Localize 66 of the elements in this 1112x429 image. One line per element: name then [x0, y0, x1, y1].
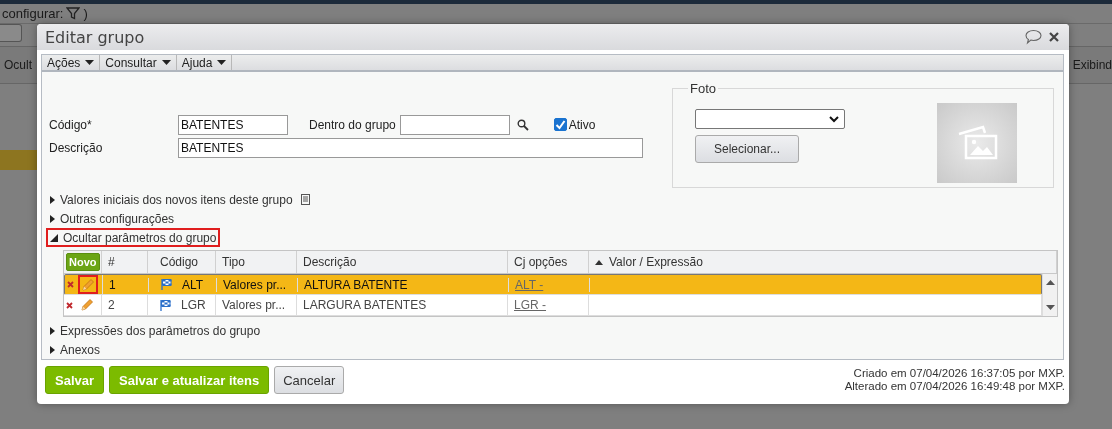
- collapsed-triangle-icon[interactable]: [50, 214, 55, 223]
- column-header[interactable]: #: [102, 251, 148, 273]
- background-row-highlight: [0, 150, 37, 170]
- filter-label: configurar:: [2, 6, 64, 21]
- scroll-down-icon[interactable]: [1045, 305, 1055, 311]
- column-header[interactable]: Tipo: [216, 251, 297, 273]
- section-toggle[interactable]: Valores iniciais dos novos itens deste grupo: [46, 190, 314, 209]
- table-cell: ALT: [149, 277, 217, 292]
- background-button-text[interactable]: Ocult: [4, 58, 32, 72]
- flag-icon: [160, 298, 171, 312]
- table-cell: Valores pr...: [217, 277, 298, 292]
- collapsed-triangle-icon[interactable]: [50, 326, 55, 335]
- search-icon[interactable]: [516, 118, 529, 131]
- note-icon[interactable]: [300, 194, 310, 205]
- comment-icon[interactable]: [1024, 29, 1043, 45]
- column-header[interactable]: Valor / Expressão: [589, 251, 1057, 273]
- description-label: Descrição: [49, 140, 104, 155]
- parent-group-label: Dentro do grupo: [309, 117, 396, 132]
- section-toggle[interactable]: Ocultar parâmetros do grupo: [46, 228, 221, 247]
- window-title: Editar grupo: [45, 27, 146, 47]
- scroll-up-icon[interactable]: [1045, 279, 1055, 285]
- caret-icon[interactable]: [217, 60, 227, 65]
- table-cell: LARGURA BATENTES: [297, 295, 508, 315]
- parent-group-field[interactable]: [399, 114, 510, 135]
- photo-dropdown[interactable]: [695, 109, 845, 129]
- select-button[interactable]: Selecionar...: [695, 135, 799, 163]
- chevron-icon[interactable]: [829, 115, 839, 123]
- option-set-link[interactable]: LGR -: [514, 298, 546, 312]
- table-cell: ALTURA BATENTE: [298, 277, 509, 292]
- photo-legend: Foto: [688, 81, 718, 96]
- code-field[interactable]: BATENTES: [178, 114, 288, 135]
- caret-icon[interactable]: [161, 60, 171, 65]
- table-cell: Valores pr...: [216, 295, 297, 315]
- audit-text: Alterado em 07/04/2026 16:49:48 por MXP.: [844, 380, 1065, 393]
- section-toggle[interactable]: Anexos: [46, 340, 105, 359]
- collapsed-triangle-icon[interactable]: [50, 195, 55, 204]
- delete-icon[interactable]: [67, 281, 74, 288]
- table-row[interactable]: 2 LGR Valores pr... LARGURA BATENTES LGR -: [64, 295, 1042, 316]
- section-toggle[interactable]: Expressões dos parâmetros do grupo: [46, 321, 265, 340]
- table-cell: 1: [103, 277, 149, 292]
- table-cell: LGR: [148, 295, 216, 315]
- active-checkbox[interactable]: [553, 118, 567, 131]
- background-status-text: Exibind: [1072, 58, 1112, 72]
- action-button[interactable]: Cancelar: [274, 366, 345, 394]
- delete-icon[interactable]: [66, 301, 73, 309]
- menu-item[interactable]: Ajuda: [176, 55, 233, 70]
- collapsed-triangle-icon[interactable]: [50, 345, 55, 354]
- menu-item[interactable]: Consultar: [100, 55, 177, 70]
- active-label: Ativo: [568, 117, 596, 132]
- filter-icon[interactable]: [66, 7, 81, 20]
- description-field[interactable]: BATENTES: [178, 137, 643, 158]
- expanded-triangle-icon[interactable]: [50, 233, 58, 242]
- table-cell: 2: [102, 295, 148, 315]
- column-header[interactable]: Cj opções: [508, 251, 589, 273]
- menu-item[interactable]: Ações: [42, 55, 101, 70]
- code-label: Código*: [49, 117, 93, 132]
- column-header[interactable]: Código: [148, 251, 216, 273]
- filter-paren: ): [83, 6, 88, 21]
- sort-icon[interactable]: [595, 259, 603, 265]
- caret-icon[interactable]: [85, 60, 95, 65]
- column-header[interactable]: Descrição: [297, 251, 508, 273]
- table-row[interactable]: 1 ALT Valores pr... ALTURA BATENTE ALT -: [64, 274, 1042, 295]
- section-toggle[interactable]: Outras configurações: [46, 209, 179, 228]
- flag-icon: [161, 278, 172, 291]
- close-icon[interactable]: [1049, 32, 1059, 42]
- audit-text: Criado em 07/04/2026 16:37:05 por MXP.: [853, 367, 1065, 380]
